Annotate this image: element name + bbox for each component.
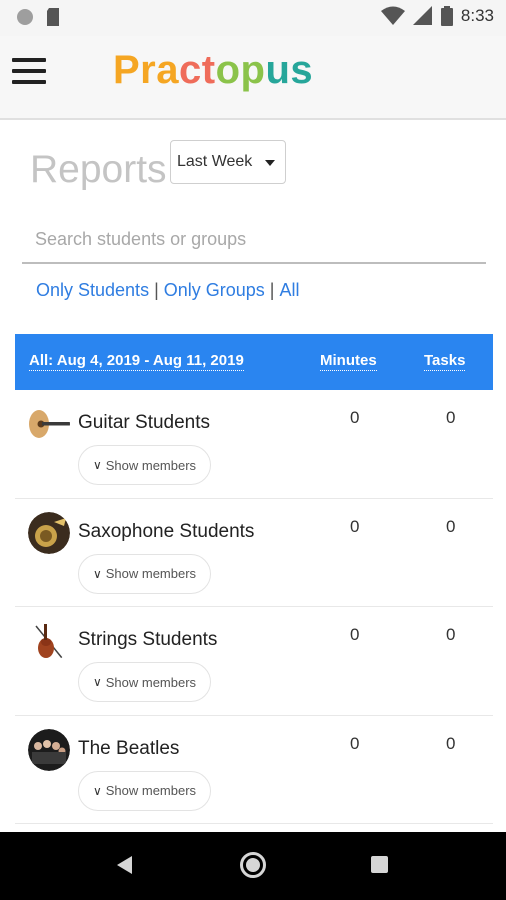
table-row: Guitar Students 0 0 ∨ Show members [15, 390, 493, 499]
minutes-value: 0 [350, 516, 360, 536]
system-nav-bar [0, 832, 506, 900]
saxophone-icon [28, 511, 70, 554]
show-members-label: Show members [105, 566, 197, 581]
back-icon[interactable] [117, 856, 132, 874]
show-members-label: Show members [105, 783, 197, 798]
wifi-icon [380, 6, 405, 25]
violin-icon [28, 620, 70, 662]
band-photo-icon [28, 728, 70, 771]
page-title: Reports [30, 148, 167, 191]
show-members-button[interactable]: ∨ Show members [78, 445, 211, 485]
hamburger-menu-icon[interactable] [12, 56, 46, 86]
chevron-down-icon: ∨ [92, 566, 102, 581]
circle-notification-icon [17, 9, 33, 25]
group-name: The Beatles [78, 737, 180, 759]
show-members-button[interactable]: ∨ Show members [78, 553, 211, 594]
minutes-value: 0 [350, 625, 360, 644]
group-name: Guitar Students [78, 412, 211, 433]
tasks-value: 0 [446, 733, 456, 753]
report-table: All: Aug 4, 2019 - Aug 11, 2019 Minutes … [15, 334, 493, 824]
filter-only-students-link[interactable]: Only Students [36, 280, 149, 300]
table-row: Strings Students 0 0 ∨ Show members [15, 607, 493, 716]
signal-icon [412, 6, 432, 25]
tasks-value: 0 [446, 625, 456, 644]
group-name: Strings Students [78, 629, 218, 650]
show-members-label: Show members [105, 457, 197, 473]
date-range-select[interactable]: Last Week [170, 140, 286, 184]
brand-part-1: Pra [113, 48, 179, 92]
chevron-down-icon: ∨ [92, 675, 102, 689]
chevron-down-icon: ∨ [92, 783, 102, 798]
filter-only-groups-link[interactable]: Only Groups [164, 280, 265, 300]
filter-links: Only Students | Only Groups | All [36, 280, 300, 301]
guitar-icon [28, 403, 70, 445]
clock: 8:33 [460, 6, 494, 25]
search-input[interactable] [22, 216, 486, 264]
filter-separator: | [269, 280, 275, 300]
show-members-button[interactable]: ∨ Show members [78, 770, 211, 811]
header-minutes[interactable]: Minutes [320, 352, 377, 371]
battery-icon [440, 6, 453, 26]
header-tasks[interactable]: Tasks [424, 352, 466, 371]
recent-apps-icon[interactable] [371, 856, 388, 873]
filter-all-link[interactable]: All [279, 280, 299, 300]
sd-card-icon [47, 8, 59, 26]
home-icon[interactable] [240, 852, 266, 878]
status-bar: 8:33 [0, 0, 506, 36]
table-row: Saxophone Students 0 0 ∨ Show members [15, 498, 493, 607]
group-name: Saxophone Students [78, 520, 255, 542]
caret-down-icon [265, 160, 275, 166]
brand-part-2: ct [179, 48, 216, 92]
minutes-value: 0 [350, 733, 360, 753]
status-left-icons [16, 8, 60, 26]
brand-logo: Practopus [113, 48, 313, 93]
table-header: All: Aug 4, 2019 - Aug 11, 2019 Minutes … [15, 334, 493, 390]
show-members-button[interactable]: ∨ Show members [78, 662, 211, 702]
app-header: Practopus [0, 36, 506, 120]
brand-part-4: us [265, 48, 314, 92]
table-row: The Beatles 0 0 ∨ Show members [15, 715, 493, 824]
brand-part-3: op [215, 48, 266, 92]
minutes-value: 0 [350, 408, 360, 427]
show-members-label: Show members [105, 674, 197, 690]
header-date-range[interactable]: All: Aug 4, 2019 - Aug 11, 2019 [29, 352, 244, 371]
tasks-value: 0 [446, 408, 456, 427]
filter-separator: | [154, 280, 159, 300]
tasks-value: 0 [446, 516, 456, 536]
date-range-value: Last Week [177, 153, 253, 170]
status-right-icons: 8:33 [380, 6, 494, 26]
chevron-down-icon: ∨ [92, 458, 102, 472]
